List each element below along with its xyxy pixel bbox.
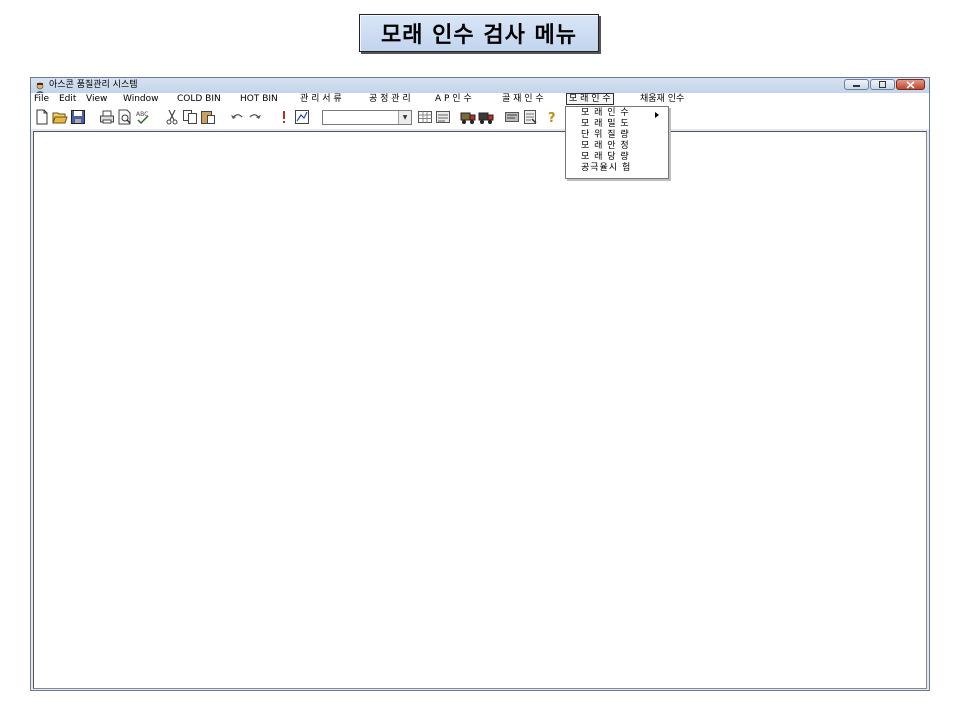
dropdown-item-sand-equivalent[interactable]: 모 래 당 량 (581, 152, 630, 163)
menu-management-docs[interactable]: 관 리 서 류 (300, 93, 342, 105)
sand-acceptance-dropdown: 모 래 인 수 모 래 밀 도 단 위 질 량 모 래 안 정 모 래 당 량 … (565, 106, 669, 179)
undo-icon[interactable] (229, 109, 245, 125)
menu-sand-acceptance[interactable]: 모 래 인 수 (566, 93, 614, 105)
sheet-icon[interactable] (435, 109, 451, 125)
spell-check-icon[interactable]: ABC (135, 109, 151, 125)
maximize-button[interactable] (870, 79, 895, 90)
new-icon[interactable] (34, 109, 50, 125)
app-window: 아스콘 품질관리 시스템 File Edit View Window COLD … (30, 77, 930, 691)
dropdown-item-void-ratio-test[interactable]: 공극율시 험 (581, 163, 631, 174)
document-icon[interactable] (522, 109, 538, 125)
truck2-icon[interactable] (478, 109, 494, 125)
edit-chart-icon[interactable] (294, 109, 310, 125)
window-title: 아스콘 품질관리 시스템 (49, 80, 138, 90)
copy-icon[interactable] (182, 109, 198, 125)
minimize-icon (853, 85, 860, 87)
menu-edit[interactable]: Edit (59, 93, 76, 105)
menu-cold-bin[interactable]: COLD BIN (177, 93, 221, 105)
dropdown-item-sand-stability[interactable]: 모 래 안 정 (581, 141, 630, 152)
exclamation-icon[interactable] (276, 109, 292, 125)
title-bar[interactable]: 아스콘 품질관리 시스템 (31, 78, 929, 94)
minimize-button[interactable] (844, 79, 869, 90)
redo-icon[interactable] (247, 109, 263, 125)
menu-view[interactable]: View (86, 93, 107, 105)
dropdown-item-sand-density[interactable]: 모 래 밀 도 (581, 119, 630, 130)
print-icon[interactable] (99, 109, 115, 125)
menu-filler-acceptance[interactable]: 채움재 인수 (640, 93, 684, 105)
paste-icon[interactable] (200, 109, 216, 125)
truck-icon[interactable] (460, 109, 476, 125)
combo-box[interactable]: ▼ (322, 110, 412, 125)
menu-hot-bin[interactable]: HOT BIN (240, 93, 278, 105)
dropdown-item-unit-mass[interactable]: 단 위 질 량 (581, 130, 630, 141)
menu-aggregate-acceptance[interactable]: 골 재 인 수 (502, 93, 544, 105)
dropdown-item-sand-acceptance[interactable]: 모 래 인 수 (581, 108, 630, 119)
menu-window[interactable]: Window (123, 93, 159, 105)
menu-process-management[interactable]: 공 정 관 리 (369, 93, 411, 105)
help-icon[interactable]: ? (544, 109, 560, 125)
menu-file[interactable]: File (34, 93, 49, 105)
table-icon[interactable] (417, 109, 433, 125)
menu-bar: File Edit View Window COLD BIN HOT BIN 관… (31, 93, 929, 106)
toolbar: ABC ▼ ? (31, 106, 929, 129)
menu-ap-acceptance[interactable]: A P 인 수 (435, 93, 472, 105)
print-preview-icon[interactable] (117, 109, 133, 125)
slide-caption: 모래 인수 검사 메뉴 (359, 14, 599, 52)
save-icon[interactable] (70, 109, 86, 125)
window-controls (844, 79, 925, 91)
mdi-client-area[interactable] (33, 131, 927, 689)
report-icon[interactable] (504, 109, 520, 125)
svg-text:?: ? (548, 111, 556, 125)
cut-icon[interactable] (164, 109, 180, 125)
maximize-icon (879, 81, 886, 88)
close-button[interactable] (896, 79, 925, 90)
submenu-arrow-icon (655, 112, 659, 118)
chevron-down-icon[interactable]: ▼ (398, 111, 411, 124)
close-icon (906, 80, 915, 89)
user-app-icon (34, 79, 46, 94)
open-icon[interactable] (52, 109, 68, 125)
